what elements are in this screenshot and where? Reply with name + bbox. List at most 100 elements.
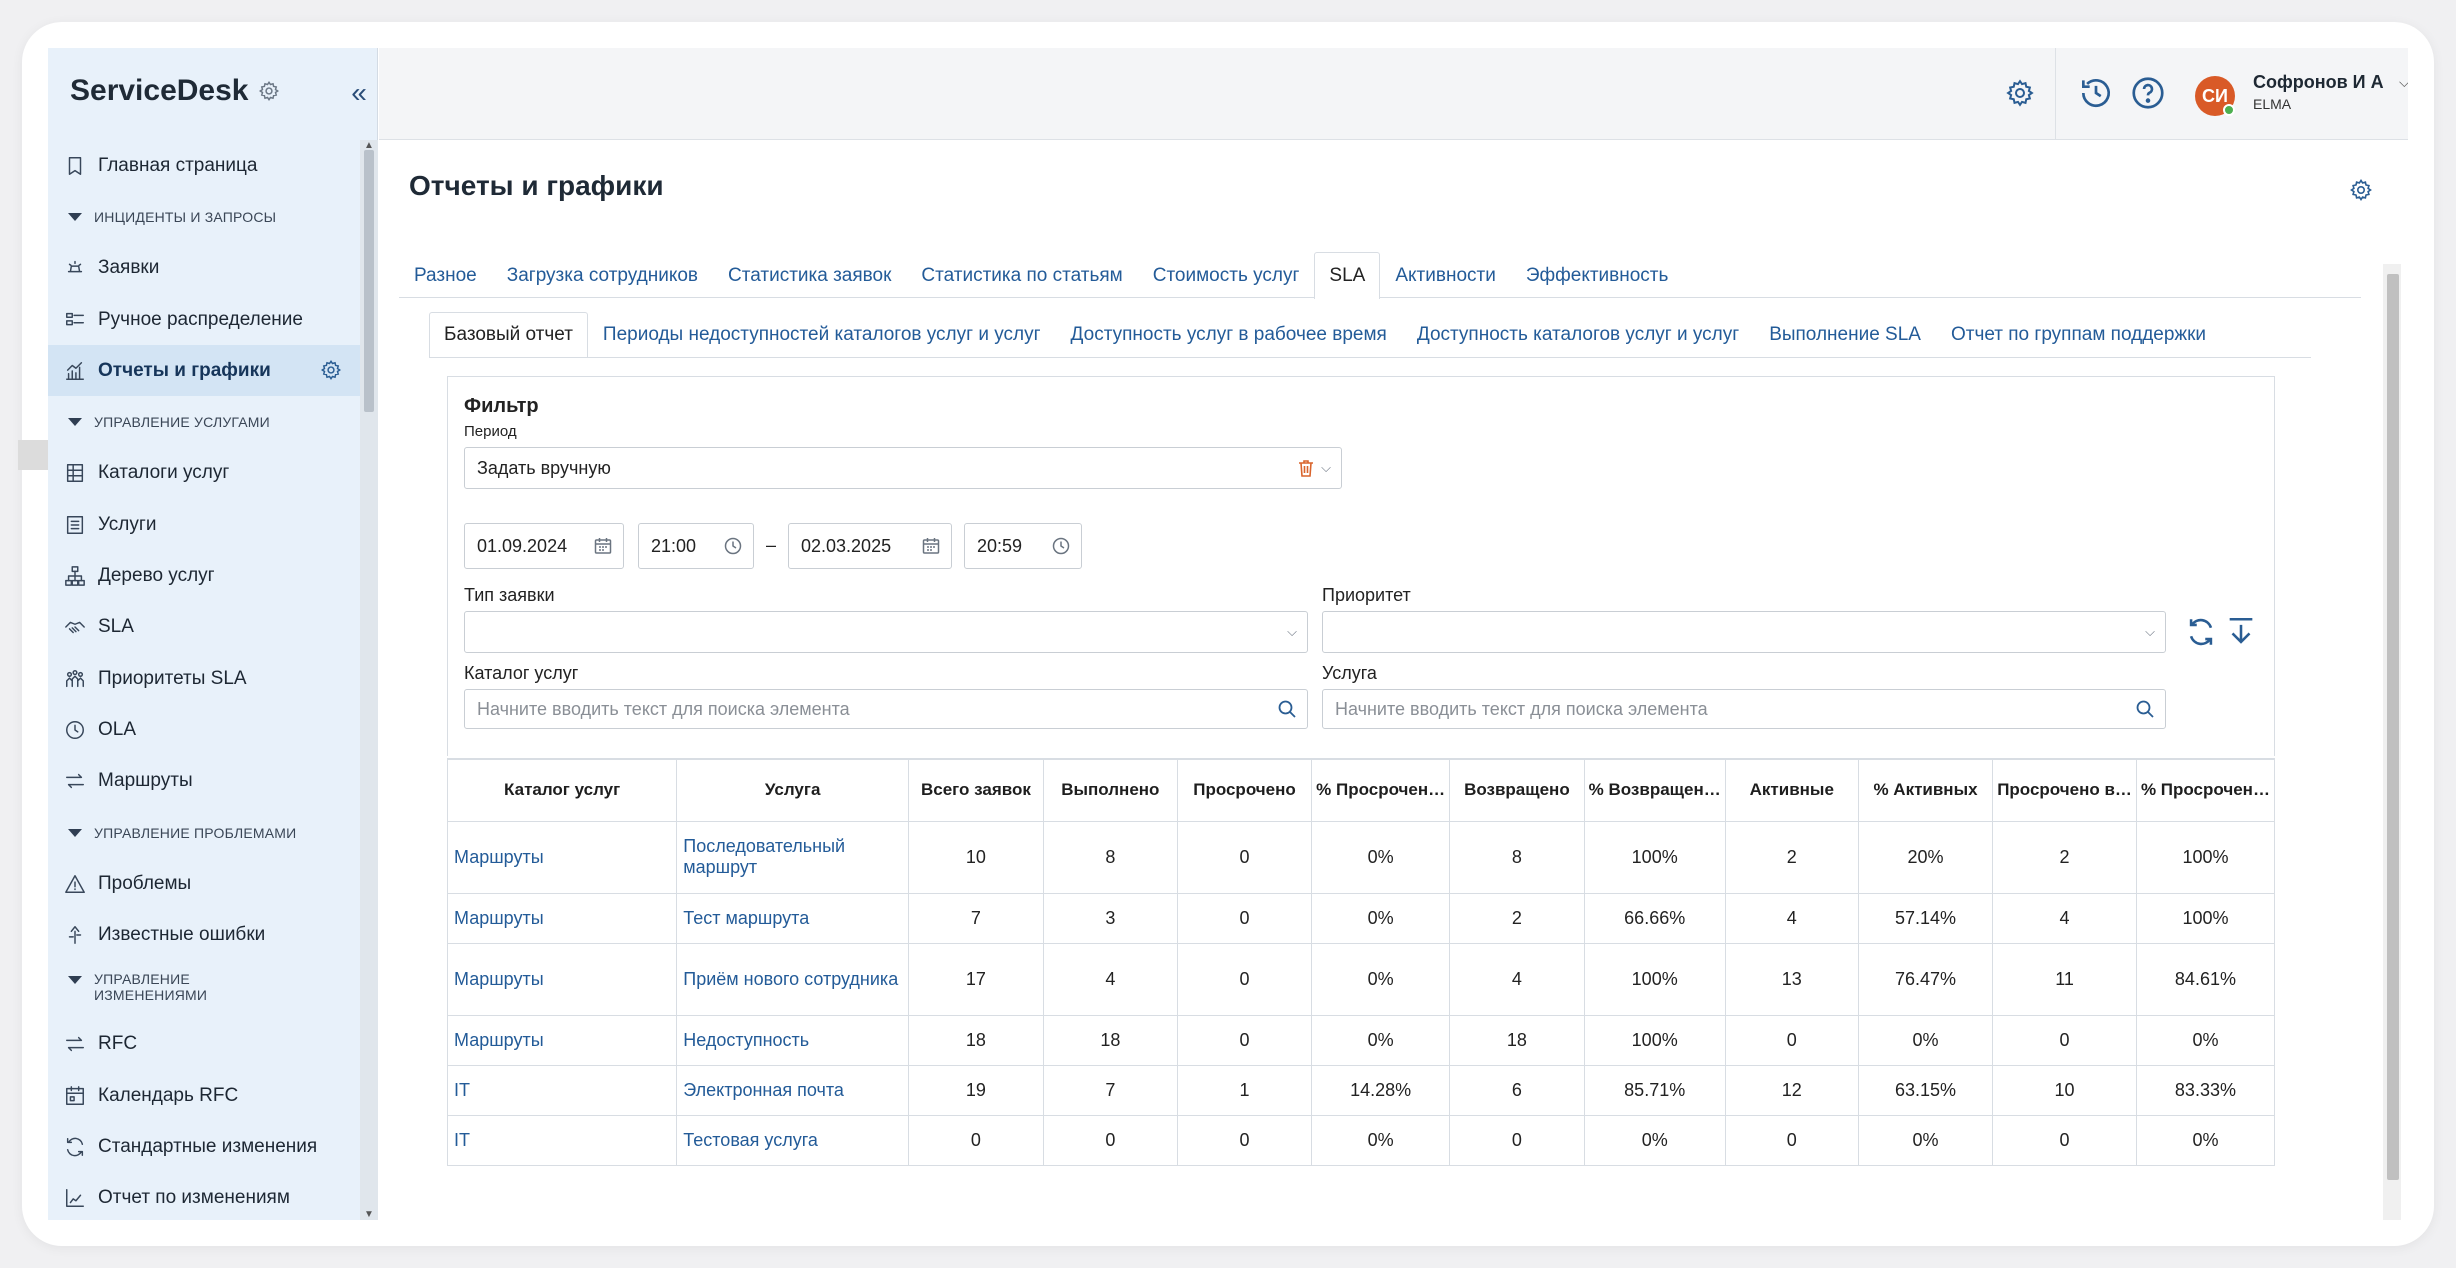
- table-cell: 0: [1176, 892, 1313, 944]
- gear-icon[interactable]: [320, 359, 342, 381]
- sidebar-item-service-tree[interactable]: Дерево услуг: [48, 550, 360, 601]
- collapse-sidebar-icon[interactable]: «: [344, 78, 374, 108]
- sidebar-item-routes[interactable]: Маршруты: [48, 756, 360, 807]
- priority-select[interactable]: ⌵: [1322, 611, 2166, 653]
- help-icon[interactable]: [2129, 74, 2167, 112]
- sidebar-item-requests[interactable]: Заявки: [48, 243, 360, 294]
- time-from-input[interactable]: 21:00: [638, 523, 754, 569]
- column-header[interactable]: % Возвращен…: [1583, 758, 1726, 822]
- clock-icon[interactable]: [723, 536, 743, 556]
- column-header[interactable]: Возвращено: [1449, 758, 1585, 822]
- catalog-link[interactable]: IT: [446, 1064, 678, 1116]
- service-link[interactable]: Последовательный маршрут: [676, 820, 910, 894]
- request-type-select[interactable]: ⌵: [464, 611, 1308, 653]
- sidebar-item-distribution[interactable]: Ручное распределение: [48, 294, 360, 345]
- tab-5[interactable]: SLA: [1314, 252, 1381, 299]
- tab-1[interactable]: Загрузка сотрудников: [492, 252, 713, 298]
- subtab-0[interactable]: Базовый отчет: [429, 312, 588, 357]
- subtab-2[interactable]: Доступность услуг в рабочее время: [1056, 312, 1402, 356]
- window-edge-handle: [18, 440, 48, 470]
- export-download-icon[interactable]: [2226, 615, 2256, 649]
- column-header[interactable]: Услуга: [676, 758, 910, 822]
- sidebar-item-sla-priorities[interactable]: Приоритеты SLA: [48, 653, 360, 704]
- brand[interactable]: ServiceDesk: [70, 74, 280, 108]
- page-settings-gear-icon[interactable]: [2349, 178, 2373, 202]
- sidebar-item-rfc[interactable]: RFC: [48, 1019, 360, 1070]
- sidebar-item-reports[interactable]: Отчеты и графики: [48, 345, 360, 397]
- history-icon[interactable]: [2077, 74, 2115, 112]
- column-header[interactable]: % Просрочен…: [1311, 758, 1451, 822]
- refresh-icon[interactable]: [2184, 615, 2218, 649]
- sidebar-scrollbar[interactable]: ▲ ▼: [360, 140, 378, 1220]
- column-header[interactable]: Каталог услуг: [446, 758, 678, 822]
- date-to-input[interactable]: 02.03.2025: [788, 523, 952, 569]
- calendar-icon[interactable]: [593, 536, 613, 556]
- sidebar-section-changes[interactable]: Управление изменениями: [48, 961, 360, 1019]
- content-scrollbar[interactable]: [2383, 264, 2401, 1220]
- sidebar-item-services[interactable]: Услуги: [48, 499, 360, 550]
- sidebar-item-home[interactable]: Главная страница: [48, 140, 360, 191]
- subtab-1[interactable]: Периоды недоступностей каталогов услуг и…: [588, 312, 1056, 356]
- sidebar-item-problems[interactable]: Проблемы: [48, 858, 360, 909]
- content-scroll-thumb[interactable]: [2387, 274, 2399, 1180]
- tab-7[interactable]: Эффективность: [1511, 252, 1684, 298]
- tab-6[interactable]: Активности: [1380, 252, 1510, 298]
- chevron-down-icon[interactable]: ⌵: [2399, 74, 2408, 91]
- sidebar-item-sla[interactable]: SLA: [48, 602, 360, 653]
- tab-2[interactable]: Статистика заявок: [713, 252, 906, 298]
- sidebar-section-services[interactable]: Управление услугами: [48, 396, 360, 447]
- column-header[interactable]: Просрочено: [1176, 758, 1313, 822]
- search-icon[interactable]: [2135, 699, 2155, 719]
- subtab-5[interactable]: Отчет по группам поддержки: [1936, 312, 2221, 356]
- chevron-down-icon[interactable]: ⌵: [2145, 624, 2155, 640]
- tab-3[interactable]: Статистика по статьям: [906, 252, 1137, 298]
- subtab-3[interactable]: Доступность каталогов услуг и услуг: [1402, 312, 1754, 356]
- sidebar-section-incidents[interactable]: Инциденты и запросы: [48, 191, 360, 242]
- sidebar-item-standard-changes[interactable]: Стандартные изменения: [48, 1121, 360, 1172]
- service-link[interactable]: Недоступность: [676, 1014, 910, 1066]
- catalog-search-input[interactable]: Начните вводить текст для поиска элемент…: [464, 689, 1308, 729]
- column-header[interactable]: Всего заявок: [908, 758, 1044, 822]
- column-header[interactable]: Активные: [1724, 758, 1859, 822]
- catalog-link[interactable]: IT: [446, 1114, 678, 1166]
- sidebar-item-known-errors[interactable]: Известные ошибки: [48, 909, 360, 960]
- sidebar-item-label: Отчеты и графики: [98, 359, 271, 381]
- search-icon[interactable]: [1277, 699, 1297, 719]
- subtab-4[interactable]: Выполнение SLA: [1754, 312, 1936, 356]
- sidebar-scroll-thumb[interactable]: [364, 150, 374, 412]
- user-name[interactable]: Софронов И А: [2253, 72, 2384, 93]
- column-header[interactable]: Выполнено: [1042, 758, 1178, 822]
- scroll-down-icon[interactable]: ▼: [364, 1209, 374, 1220]
- period-select[interactable]: Задать вручную ⌵: [464, 447, 1342, 489]
- sidebar-section-problems[interactable]: Управление проблемами: [48, 807, 360, 858]
- sidebar-item-change-report[interactable]: Отчет по изменениям: [48, 1173, 360, 1220]
- time-to-input[interactable]: 20:59: [964, 523, 1082, 569]
- catalog-link[interactable]: Маршруты: [446, 942, 678, 1016]
- service-link[interactable]: Электронная почта: [676, 1064, 910, 1116]
- column-header[interactable]: Просрочено в…: [1992, 758, 2137, 822]
- trash-icon[interactable]: [1297, 458, 1315, 478]
- chevron-down-icon[interactable]: ⌵: [1321, 460, 1331, 476]
- column-header[interactable]: % Просрочен…: [2135, 758, 2276, 822]
- service-link[interactable]: Тест маршрута: [676, 892, 910, 944]
- clock-icon[interactable]: [1051, 536, 1071, 556]
- service-link[interactable]: Приём нового сотрудника: [676, 942, 910, 1016]
- chevron-down-icon[interactable]: ⌵: [1287, 624, 1297, 640]
- catalog-link[interactable]: Маршруты: [446, 820, 678, 894]
- settings-gear-icon[interactable]: [2005, 78, 2035, 108]
- catalog-link[interactable]: Маршруты: [446, 1014, 678, 1066]
- column-header[interactable]: % Активных: [1857, 758, 1994, 822]
- calendar-icon[interactable]: [921, 536, 941, 556]
- tab-4[interactable]: Стоимость услуг: [1138, 252, 1315, 298]
- tab-0[interactable]: Разное: [399, 252, 492, 298]
- sidebar-item-ola[interactable]: OLA: [48, 704, 360, 755]
- table-cell: 4: [1449, 942, 1585, 1016]
- online-status-dot: [2223, 104, 2235, 116]
- catalog-link[interactable]: Маршруты: [446, 892, 678, 944]
- date-from-input[interactable]: 01.09.2024: [464, 523, 624, 569]
- sidebar-item-catalogs[interactable]: Каталоги услуг: [48, 448, 360, 499]
- gear-icon[interactable]: [258, 80, 280, 102]
- service-link[interactable]: Тестовая услуга: [676, 1114, 910, 1166]
- service-search-input[interactable]: Начните вводить текст для поиска элемент…: [1322, 689, 2166, 729]
- sidebar-item-rfc-calendar[interactable]: Календарь RFC: [48, 1070, 360, 1121]
